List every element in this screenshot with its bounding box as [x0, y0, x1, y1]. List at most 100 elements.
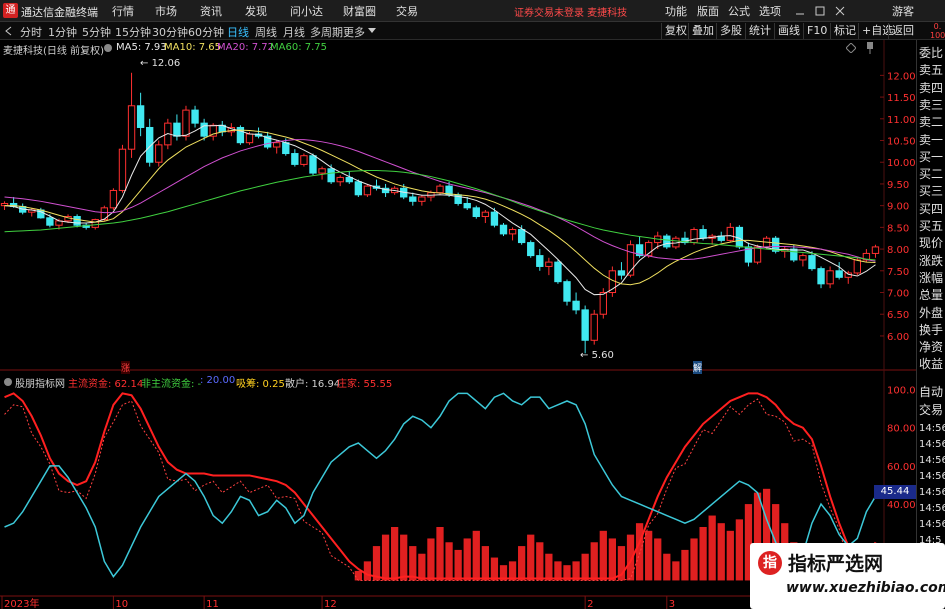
- candle-body: [155, 144, 163, 163]
- sidebar-time: 14:56: [919, 423, 945, 434]
- sidebar-item[interactable]: 卖二: [919, 115, 943, 129]
- dealer-bar: [381, 534, 390, 581]
- sidebar-item[interactable]: 买二: [919, 167, 943, 181]
- candle-body: [599, 292, 607, 315]
- candle-body: [690, 229, 698, 244]
- date-tick-label: 10: [115, 599, 128, 609]
- candle-body: [554, 261, 562, 283]
- candle-body: [73, 216, 81, 226]
- sidebar-time: 14:56: [919, 455, 945, 466]
- price-tick-label: 10.00: [887, 158, 916, 169]
- ma5-line: [4, 124, 876, 296]
- indicator-settings-icon[interactable]: [3, 377, 13, 387]
- candle-body: [136, 105, 145, 128]
- price-tick-label: 6.50: [887, 310, 909, 321]
- candle-body: [46, 217, 54, 226]
- sidebar-item[interactable]: 净资: [919, 340, 943, 354]
- sidebar-time: 14:56: [919, 439, 945, 450]
- sidebar-item[interactable]: 买三: [919, 184, 943, 198]
- candle-body: [753, 246, 762, 263]
- candle-body: [291, 153, 299, 165]
- dealer-bar: [436, 527, 444, 581]
- dealer-bar: [681, 549, 689, 581]
- dealer-bar: [427, 538, 435, 581]
- dealer-bar: [699, 527, 707, 581]
- main-fund-label: 主流资金: 62.14: [68, 379, 144, 390]
- watermark-logo-icon: 指: [758, 551, 782, 575]
- candle-body: [309, 155, 317, 174]
- price-tick-label: 8.00: [887, 245, 909, 256]
- dealer-bar: [363, 561, 372, 581]
- candle-body: [409, 196, 417, 202]
- dealer-bar: [545, 553, 553, 581]
- candle-body: [318, 168, 326, 174]
- price-tick-label: 12.00: [887, 71, 916, 82]
- indicator-name[interactable]: 股朋指标网: [15, 375, 65, 390]
- candle-body: [581, 309, 589, 341]
- dealer-bar: [454, 549, 462, 581]
- price-tick-label: 8.50: [887, 223, 909, 234]
- sidebar-item[interactable]: 卖三: [919, 98, 943, 112]
- sidebar-item[interactable]: 总量: [919, 288, 943, 302]
- current-value-badge: 45.44: [874, 485, 916, 499]
- sidebar-time: 14:56: [919, 487, 945, 498]
- quote-sidebar: 委比卖五卖四卖三卖二卖一买一买二买三买四买五现价涨跌涨幅总量外盘换手净资收益自动…: [916, 40, 945, 609]
- candle-body: [436, 185, 444, 194]
- sidebar-item[interactable]: 买一: [919, 150, 943, 164]
- dealer-bar: [690, 538, 698, 581]
- candle-body: [499, 224, 508, 235]
- sidebar-item[interactable]: 买四: [919, 202, 943, 216]
- candle-body: [808, 255, 816, 270]
- sidebar-time: 14:56: [919, 503, 945, 514]
- sidebar-item[interactable]: 涨幅: [919, 271, 943, 285]
- dealer-bar: [599, 530, 607, 581]
- sidebar-item[interactable]: 外盘: [919, 306, 943, 320]
- sidebar-item[interactable]: 现价: [919, 236, 943, 250]
- indicator-tick-label: 40.00: [887, 500, 916, 511]
- candle-body: [545, 261, 553, 267]
- dealer-bar: [708, 515, 716, 581]
- sidebar-item[interactable]: 换手: [919, 323, 943, 337]
- candle-body: [699, 229, 707, 239]
- sidebar-item[interactable]: 卖五: [919, 63, 943, 77]
- candle-body: [563, 281, 571, 302]
- candle-body: [517, 229, 526, 244]
- sidebar-item[interactable]: 涨跌: [919, 254, 943, 268]
- sidebar-item[interactable]: 委比: [919, 46, 943, 60]
- dealer-bar: [409, 546, 417, 581]
- indicator-tick-label: 80.00: [887, 424, 916, 435]
- sidebar-item[interactable]: 收益: [919, 357, 943, 371]
- date-tick-label: 3: [669, 599, 675, 609]
- sidebar-time: 14:56: [919, 471, 945, 482]
- sidebar-item[interactable]: 卖一: [919, 133, 943, 147]
- candle-body: [835, 270, 843, 278]
- sidebar-item[interactable]: 自动: [919, 385, 943, 399]
- candle-body: [536, 255, 544, 267]
- indicator-tick-label: 100.0: [887, 386, 916, 397]
- dealer-bar: [536, 542, 544, 581]
- retail-label: 散户: 16.94: [285, 379, 341, 390]
- indicator-tick-label: 60.00: [887, 462, 916, 473]
- dealer-bar: [581, 553, 589, 581]
- date-tick-label: 2: [587, 599, 593, 609]
- dealer-bar: [400, 534, 408, 581]
- candle-body: [817, 268, 825, 285]
- sidebar-item[interactable]: 交易: [919, 403, 943, 417]
- sidebar-item[interactable]: 买五: [919, 219, 943, 233]
- dealer-bar: [481, 546, 489, 581]
- candle-body: [508, 229, 517, 235]
- val20-label: : 20.00: [200, 375, 236, 386]
- price-tick-label: 11.50: [887, 93, 916, 104]
- sidebar-top-label: 0.1000: [930, 22, 945, 40]
- candle-body: [853, 259, 861, 274]
- candle-body: [273, 142, 281, 148]
- dealer-bar: [463, 538, 471, 581]
- dealer-bar: [608, 538, 616, 581]
- sidebar-time: 14:56: [919, 519, 945, 530]
- kline-chart[interactable]: 12.00 11.50 11.00 10.50 10.00 9.50 9.00 8.50 8.0…: [0, 0, 945, 609]
- candle-body: [191, 109, 199, 124]
- price-tick-label: 9.00: [887, 202, 909, 213]
- sidebar-item[interactable]: 卖四: [919, 81, 943, 95]
- candle-body: [726, 226, 734, 241]
- candle-body: [463, 202, 471, 209]
